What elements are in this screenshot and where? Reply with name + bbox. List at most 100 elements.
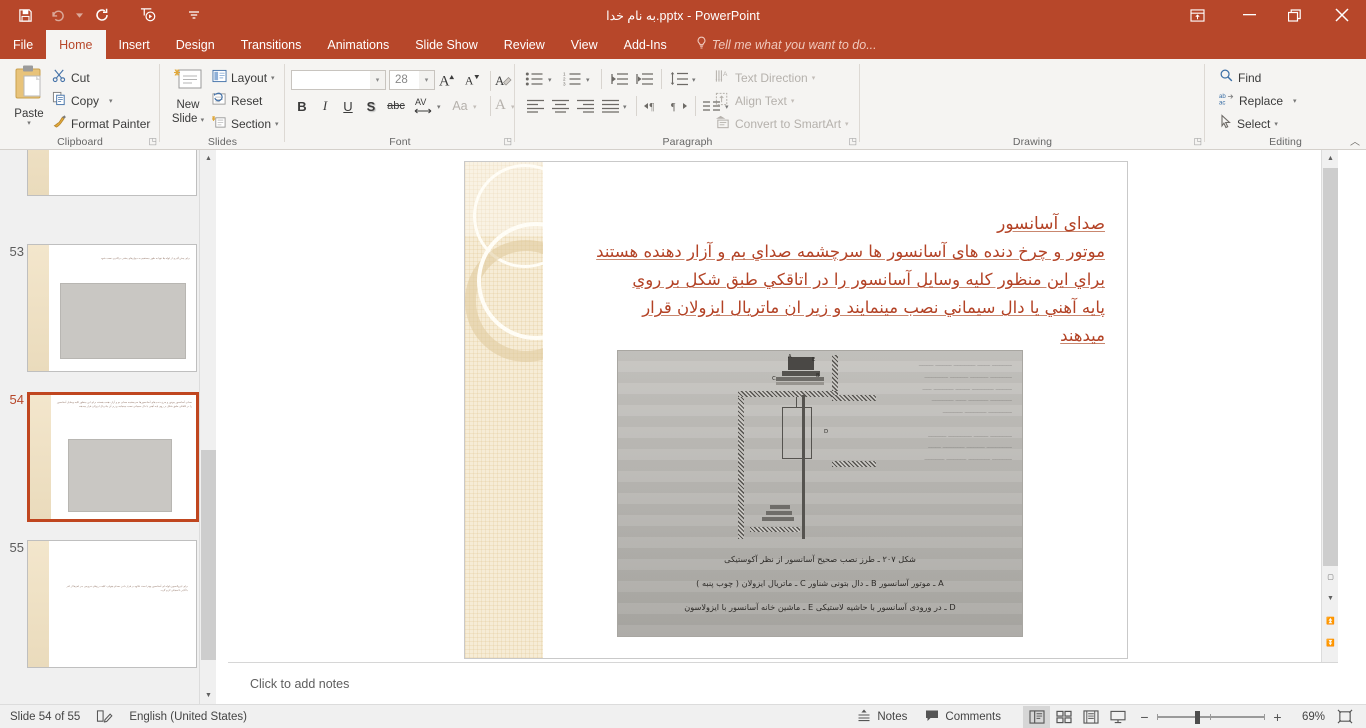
replace-button[interactable]: ab ac Replace ▾ bbox=[1219, 90, 1297, 112]
paragraph-dialog-launcher[interactable]: ◳ bbox=[848, 136, 857, 147]
save-icon[interactable] bbox=[10, 2, 40, 28]
zoom-slider-handle[interactable] bbox=[1195, 710, 1200, 724]
zoom-slider[interactable]: − + bbox=[1139, 709, 1283, 725]
underline-button[interactable]: U bbox=[337, 95, 359, 117]
list-item[interactable]: 55 برای ایزولاسیون لوله ای آسانسور بهتر … bbox=[0, 540, 216, 680]
start-slideshow-icon[interactable] bbox=[133, 2, 163, 28]
bullets-dropdown-icon[interactable]: ▾ bbox=[548, 76, 552, 84]
italic-button[interactable]: I bbox=[314, 95, 336, 117]
comments-button[interactable]: Comments bbox=[925, 709, 1001, 725]
clear-formatting-button[interactable]: A bbox=[493, 68, 515, 92]
select-button[interactable]: Select ▾ bbox=[1219, 113, 1278, 135]
customize-qat-icon[interactable] bbox=[179, 2, 209, 28]
section-button[interactable]: Section ▾ bbox=[212, 113, 279, 135]
slide-sorter-view-button[interactable] bbox=[1050, 706, 1077, 728]
change-case-dropdown-icon[interactable]: ▾ bbox=[473, 103, 477, 111]
scroll-down-icon[interactable]: ▼ bbox=[1322, 590, 1339, 607]
smartart-dropdown-icon[interactable]: ▾ bbox=[845, 120, 849, 128]
language-indicator[interactable]: English (United States) bbox=[129, 711, 247, 723]
zoom-level[interactable]: 69% bbox=[1291, 711, 1325, 723]
align-text-button[interactable]: Align Text ▾ bbox=[715, 90, 794, 112]
fit-to-window-button[interactable] bbox=[1331, 706, 1358, 728]
font-name-dropdown-icon[interactable]: ▾ bbox=[370, 71, 385, 89]
tab-transitions[interactable]: Transitions bbox=[228, 30, 315, 59]
increase-font-size-button[interactable]: A bbox=[437, 68, 461, 92]
scrollbar-thumb[interactable] bbox=[201, 450, 216, 660]
align-left-button[interactable] bbox=[523, 95, 547, 117]
minimize-button[interactable] bbox=[1226, 0, 1272, 30]
section-dropdown-icon[interactable]: ▾ bbox=[275, 120, 279, 128]
notes-button[interactable]: Notes bbox=[857, 708, 907, 725]
tab-add-ins[interactable]: Add-Ins bbox=[611, 30, 680, 59]
proofing-icon[interactable] bbox=[96, 709, 113, 724]
reading-view-button[interactable] bbox=[1077, 706, 1104, 728]
character-spacing-dropdown-icon[interactable]: ▾ bbox=[437, 103, 441, 111]
current-slide[interactable]: صدای آسانسور موتور و چرخ دنده های آسانسو… bbox=[465, 162, 1127, 658]
slide-text-block[interactable]: صدای آسانسور موتور و چرخ دنده های آسانسو… bbox=[575, 210, 1105, 350]
layout-dropdown-icon[interactable]: ▾ bbox=[271, 74, 275, 82]
slide-picture[interactable]: ـــــــــــ ـــــــ ــــــــــــ ـــــــ… bbox=[617, 350, 1023, 637]
next-slide-icon[interactable]: ⏬ bbox=[1322, 634, 1339, 651]
zoom-out-button[interactable]: − bbox=[1139, 709, 1150, 725]
find-button[interactable]: Find bbox=[1219, 67, 1261, 89]
tab-design[interactable]: Design bbox=[163, 30, 228, 59]
list-item[interactable]: 54 صدای آسانسور موتور و چرخ دنده های آسا… bbox=[0, 392, 216, 542]
normal-view-button[interactable] bbox=[1023, 705, 1050, 728]
tab-file[interactable]: File bbox=[0, 30, 46, 59]
line-spacing-dropdown-icon[interactable]: ▾ bbox=[692, 76, 696, 84]
collapse-ribbon-icon[interactable]: ︿ bbox=[1350, 133, 1360, 148]
numbering-button[interactable]: 123 bbox=[561, 68, 585, 90]
zoom-in-button[interactable]: + bbox=[1272, 709, 1283, 725]
redo-icon[interactable] bbox=[87, 2, 117, 28]
notes-pane[interactable]: Click to add notes bbox=[228, 662, 1338, 704]
slide-show-view-button[interactable] bbox=[1104, 706, 1131, 728]
ribbon-display-options-icon[interactable] bbox=[1174, 0, 1220, 30]
align-right-button[interactable] bbox=[573, 95, 597, 117]
numbering-dropdown-icon[interactable]: ▾ bbox=[586, 76, 590, 84]
list-item[interactable] bbox=[0, 150, 216, 208]
replace-dropdown-icon[interactable]: ▾ bbox=[1293, 97, 1297, 105]
clipboard-dialog-launcher[interactable]: ◳ bbox=[148, 136, 157, 147]
tab-insert[interactable]: Insert bbox=[106, 30, 163, 59]
tab-home[interactable]: Home bbox=[46, 30, 106, 59]
drawing-dialog-launcher[interactable]: ◳ bbox=[1193, 136, 1202, 147]
copy-button[interactable]: Copy ▾ bbox=[52, 90, 113, 112]
font-name-combo[interactable]: ▾ bbox=[291, 70, 386, 90]
tab-view[interactable]: View bbox=[558, 30, 611, 59]
paste-button[interactable]: Paste ▾ bbox=[6, 64, 52, 127]
tab-slide-show[interactable]: Slide Show bbox=[402, 30, 491, 59]
notes-pane-splitter[interactable] bbox=[228, 655, 1338, 661]
convert-to-smartart-button[interactable]: Convert to SmartArt ▾ bbox=[715, 113, 849, 135]
thumbnail-scrollbar[interactable]: ▲ ▼ bbox=[199, 150, 216, 704]
text-direction-button[interactable]: A Text Direction ▾ bbox=[715, 67, 815, 89]
decrease-indent-button[interactable] bbox=[607, 68, 631, 90]
justify-button[interactable] bbox=[598, 95, 622, 117]
decrease-font-size-button[interactable]: A bbox=[462, 68, 486, 92]
scroll-up-icon[interactable]: ▲ bbox=[200, 150, 216, 167]
tab-review[interactable]: Review bbox=[491, 30, 558, 59]
scroll-box-icon[interactable]: ▢ bbox=[1322, 568, 1339, 585]
font-color-button[interactable]: A bbox=[492, 93, 512, 117]
slide-counter[interactable]: Slide 54 of 55 bbox=[10, 711, 80, 723]
align-center-button[interactable] bbox=[548, 95, 572, 117]
strikethrough-button[interactable]: abc bbox=[383, 95, 409, 117]
cut-button[interactable]: Cut bbox=[52, 67, 90, 89]
font-size-combo[interactable]: 28 ▾ bbox=[389, 70, 435, 90]
text-direction-dropdown-icon[interactable]: ▾ bbox=[812, 74, 816, 82]
previous-slide-icon[interactable]: ⏫ bbox=[1322, 612, 1339, 629]
select-dropdown-icon[interactable]: ▾ bbox=[1274, 120, 1278, 128]
justify-dropdown-icon[interactable]: ▾ bbox=[623, 103, 627, 111]
new-slide-button[interactable]: New Slide ▾ bbox=[166, 67, 210, 128]
font-size-dropdown-icon[interactable]: ▾ bbox=[419, 71, 434, 89]
format-painter-button[interactable]: Format Painter bbox=[52, 113, 150, 135]
tell-me-box[interactable]: Tell me what you want to do... bbox=[680, 30, 887, 59]
bullets-button[interactable] bbox=[523, 68, 547, 90]
copy-dropdown-icon[interactable]: ▾ bbox=[109, 97, 113, 105]
align-text-dropdown-icon[interactable]: ▾ bbox=[791, 97, 795, 105]
ltr-text-direction-button[interactable]: ¶ bbox=[641, 95, 665, 117]
rtl-text-direction-button[interactable]: ¶ bbox=[667, 95, 691, 117]
reset-button[interactable]: Reset bbox=[212, 90, 262, 112]
close-button[interactable] bbox=[1318, 0, 1366, 30]
list-item[interactable]: 53 برای پیش گیری از لوله ها تنها به طور … bbox=[0, 244, 216, 384]
change-case-button[interactable]: Aa bbox=[448, 95, 472, 117]
